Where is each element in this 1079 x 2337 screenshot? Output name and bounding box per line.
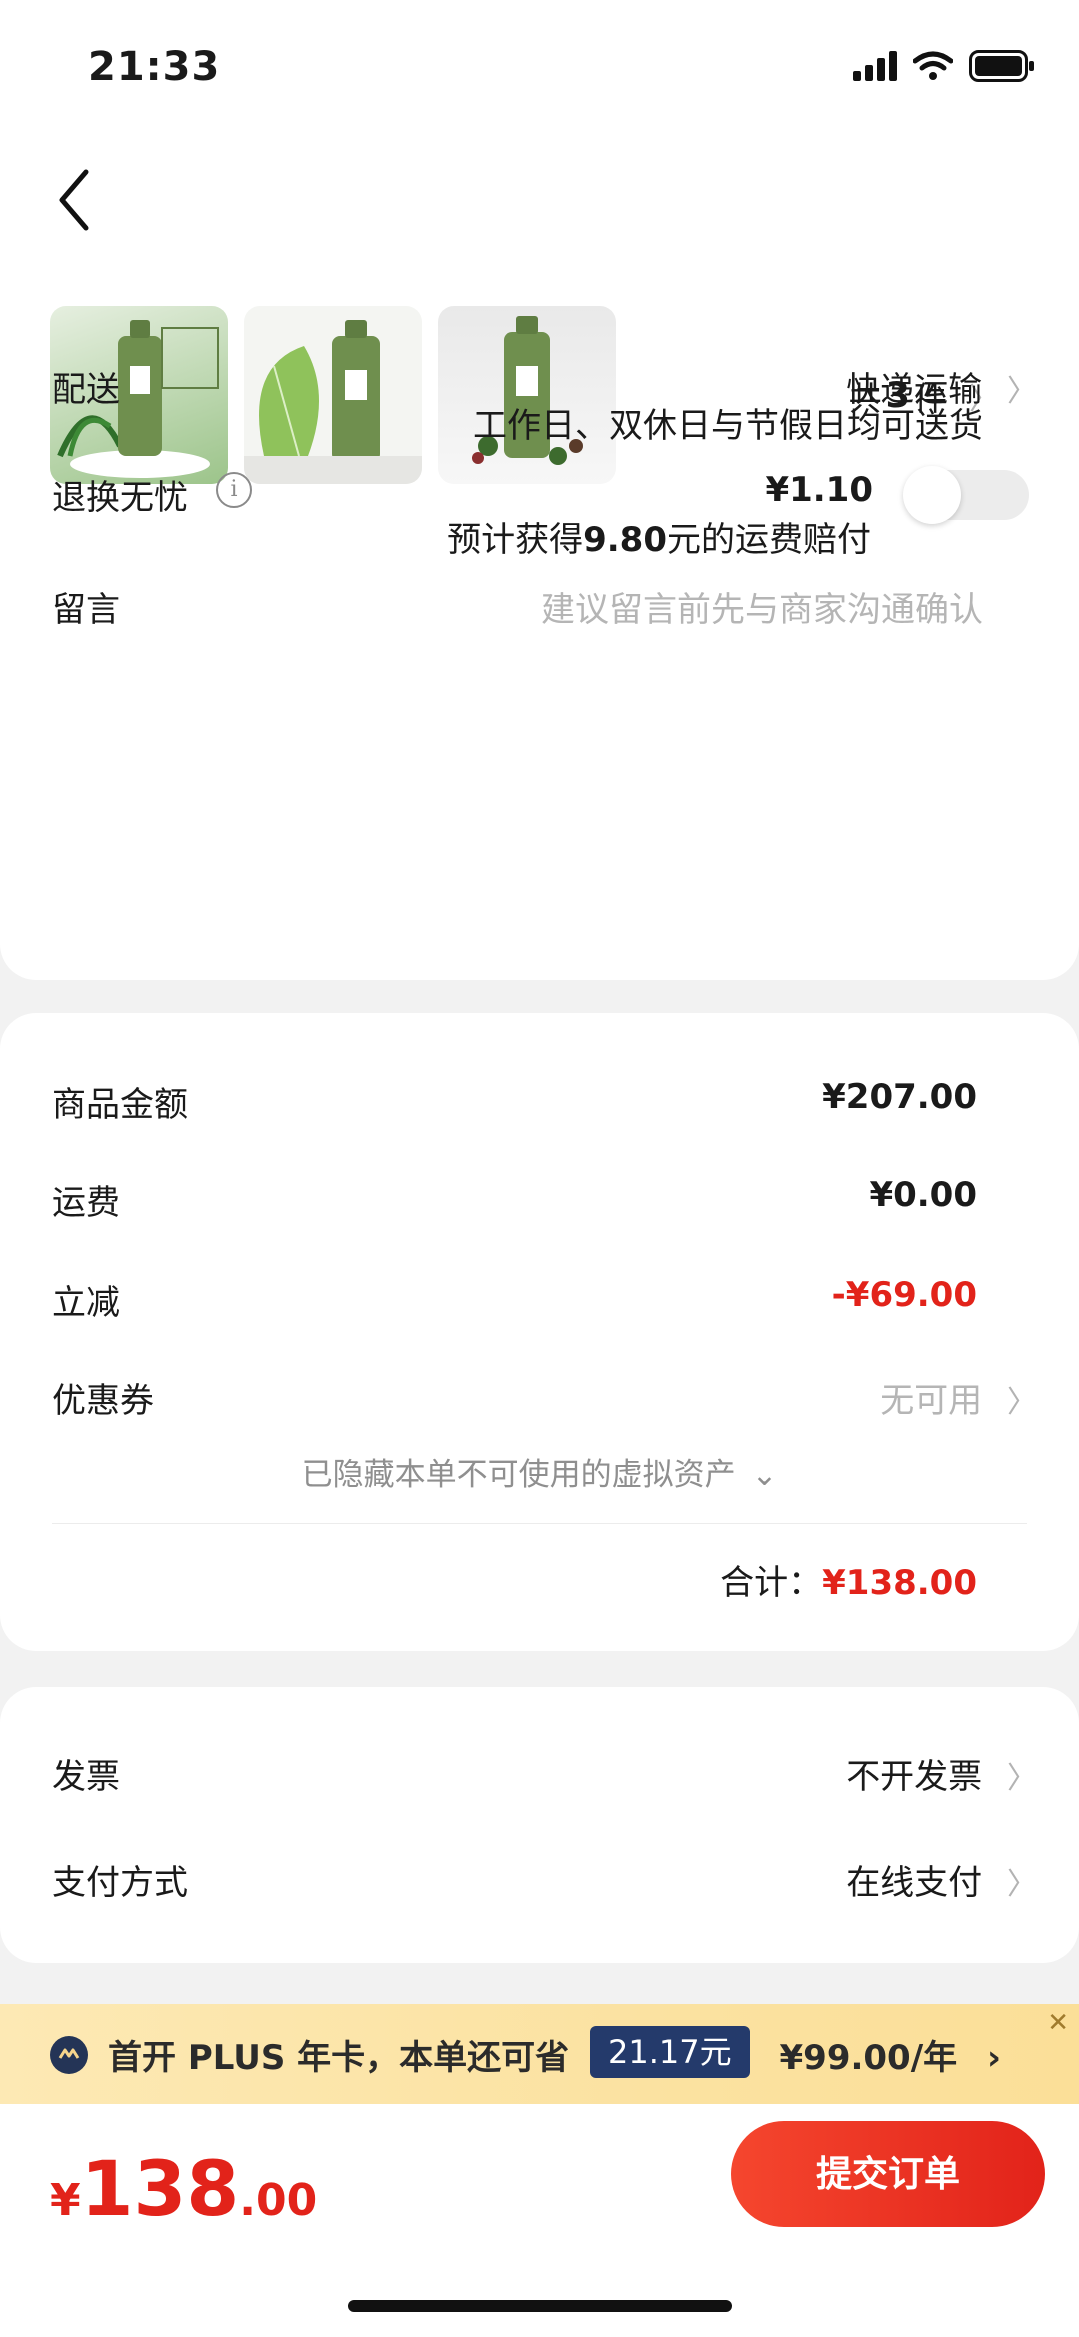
discount-value: -¥69.00 bbox=[831, 1275, 977, 1315]
delivery-label: 配送 bbox=[52, 370, 120, 410]
back-arrow-icon[interactable] bbox=[48, 160, 108, 240]
plus-promo-text: 首开 PLUS 年卡，本单还可省 bbox=[108, 2038, 570, 2078]
close-icon[interactable]: ✕ bbox=[1047, 2008, 1069, 2038]
goods-amount-label: 商品金额 bbox=[52, 1085, 188, 1125]
return-insurance-label: 退换无忧 bbox=[52, 478, 188, 518]
invoice-selector[interactable]: 不开发票 〉 bbox=[846, 1749, 1037, 1798]
payment-value: 在线支付 bbox=[846, 1863, 983, 1903]
product-image-3[interactable] bbox=[438, 306, 616, 484]
total-label: 合计： bbox=[720, 1563, 823, 1603]
toggle-knob bbox=[903, 466, 961, 524]
return-insurance-price: ¥1.10 bbox=[765, 470, 873, 510]
bottom-checkout-bar: ¥138.00 提交订单 bbox=[0, 2104, 1079, 2337]
chevron-down-icon: ⌄ bbox=[751, 1457, 778, 1493]
invoice-label: 发票 bbox=[52, 1757, 120, 1797]
message-input[interactable]: 建议留言前先与商家沟通确认 bbox=[541, 582, 983, 631]
goods-amount-value: ¥207.00 bbox=[822, 1077, 977, 1117]
message-label: 留言 bbox=[52, 590, 120, 630]
plus-logo-icon bbox=[50, 2036, 88, 2074]
order-detail-card: 共 3 件 〉 配送 快递运输 〉 工作日、双休日与节假日均可送货 退换无忧 i… bbox=[0, 290, 1079, 980]
note-amount: 9.80 bbox=[583, 520, 667, 560]
plus-price[interactable]: ¥99.00/年 › bbox=[780, 2030, 1001, 2079]
chevron-right-icon: 〉 bbox=[1007, 1761, 1037, 1796]
shipping-label: 运费 bbox=[52, 1183, 120, 1223]
home-indicator[interactable] bbox=[348, 2300, 732, 2312]
coupon-label: 优惠券 bbox=[52, 1381, 154, 1421]
status-bar: 21:33 bbox=[0, 0, 1079, 130]
price-summary-card: 商品金额 ¥207.00 运费 ¥0.00 立减 -¥69.00 优惠券 无可用… bbox=[0, 1013, 1079, 1651]
product-image-2[interactable] bbox=[244, 306, 422, 484]
total-decimal: .00 bbox=[239, 2175, 318, 2226]
chevron-right-icon: 〉 bbox=[1007, 1867, 1037, 1902]
delivery-note: 工作日、双休日与节假日均可送货 bbox=[473, 406, 983, 446]
status-icons bbox=[853, 50, 1035, 82]
chevron-right-icon: 〉 bbox=[1007, 1385, 1037, 1420]
divider bbox=[52, 1523, 1027, 1524]
product-thumbnails[interactable] bbox=[50, 306, 616, 484]
payment-label: 支付方式 bbox=[52, 1863, 188, 1903]
discount-label: 立减 bbox=[52, 1283, 120, 1323]
total-integer: 138 bbox=[80, 2144, 240, 2233]
info-icon[interactable]: i bbox=[216, 472, 252, 508]
order-total: 合计：¥138.00 bbox=[720, 1555, 977, 1604]
coupon-selector[interactable]: 无可用 〉 bbox=[880, 1373, 1037, 1422]
currency-symbol: ¥ bbox=[50, 2175, 81, 2226]
note-prefix: 预计获得 bbox=[447, 520, 584, 560]
status-time: 21:33 bbox=[88, 44, 221, 90]
wifi-icon bbox=[913, 51, 953, 80]
return-insurance-note: 预计获得9.80元的运费赔付 bbox=[447, 512, 871, 561]
total-value: ¥138.00 bbox=[822, 1563, 977, 1603]
plus-promo-banner[interactable]: 首开 PLUS 年卡，本单还可省 21.17元 ¥99.00/年 › ✕ bbox=[0, 2004, 1079, 2104]
chevron-right-icon: 〉 bbox=[1007, 374, 1037, 409]
invoice-payment-card: 发票 不开发票 〉 支付方式 在线支付 〉 bbox=[0, 1687, 1079, 1963]
plus-price-text: ¥99.00/年 bbox=[779, 2038, 958, 2078]
payment-selector[interactable]: 在线支付 〉 bbox=[846, 1855, 1037, 1904]
hidden-assets-text: 已隐藏本单不可使用的虚拟资产 bbox=[301, 1457, 736, 1493]
invoice-value: 不开发票 bbox=[846, 1757, 983, 1797]
plus-save-badge: 21.17元 bbox=[590, 2026, 750, 2078]
note-suffix: 元的运费赔付 bbox=[667, 520, 871, 560]
checkout-total: ¥138.00 bbox=[50, 2144, 317, 2233]
return-insurance-toggle[interactable] bbox=[903, 466, 1029, 524]
hidden-assets-toggle[interactable]: 已隐藏本单不可使用的虚拟资产 ⌄ bbox=[0, 1449, 1079, 1494]
battery-icon bbox=[969, 50, 1034, 82]
chevron-right-icon: › bbox=[986, 2038, 1001, 2078]
coupon-value: 无可用 bbox=[880, 1381, 983, 1421]
submit-order-button[interactable]: 提交订单 bbox=[731, 2121, 1045, 2227]
signal-icon bbox=[853, 51, 897, 81]
shipping-value: ¥0.00 bbox=[869, 1175, 977, 1215]
nav-bar bbox=[0, 130, 1079, 290]
